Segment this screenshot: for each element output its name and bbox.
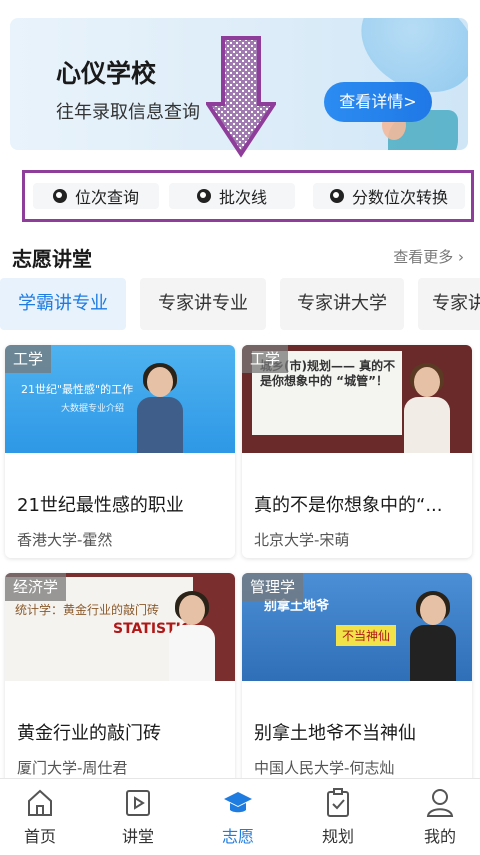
- tab-expert-more[interactable]: 专家讲: [418, 278, 480, 330]
- nav-profile[interactable]: 我的: [400, 787, 480, 847]
- tab-top-student-majors[interactable]: 学霸讲专业: [0, 278, 126, 330]
- video-thumbnail: 别拿土地爷 不当神仙 管理学: [242, 573, 472, 681]
- tab-expert-universities[interactable]: 专家讲大学: [280, 278, 404, 330]
- category-tag: 工学: [5, 345, 52, 373]
- speaker-figure: [400, 363, 454, 453]
- video-icon: [126, 790, 150, 816]
- speaker-figure: [133, 363, 187, 453]
- lecture-title: 21世纪最性感的职业: [17, 495, 184, 516]
- tab-expert-majors[interactable]: 专家讲专业: [140, 278, 266, 330]
- nav-label: 我的: [423, 827, 456, 846]
- lecture-card[interactable]: 城乡(市)规划—— 真的不是你想象中的 “城管”！ 工学 真的不是你想象中的“.…: [242, 345, 472, 558]
- speaker-figure: [165, 591, 219, 681]
- bars-icon: [196, 189, 211, 203]
- lecture-title: 别拿土地爷不当神仙: [254, 723, 416, 744]
- nav-lectures[interactable]: 讲堂: [98, 787, 178, 847]
- lecture-source: 中国人民大学-何志灿: [254, 759, 395, 777]
- slide-text: 统计学：黄金行业的敲门砖: [15, 603, 160, 617]
- quick-tools-bar: 位次查询 批次线 分数位次转换: [22, 170, 474, 222]
- nav-planning[interactable]: 规划: [298, 787, 378, 847]
- banner-title: 心仪学校: [56, 59, 157, 88]
- batch-line-button[interactable]: 批次线: [169, 183, 295, 209]
- slide-subtext: 不当神仙: [336, 625, 397, 646]
- lecture-source: 香港大学-霍然: [17, 531, 113, 549]
- video-thumbnail: 21世纪"最性感"的工作 大数据专业介绍 工学: [5, 345, 235, 453]
- nav-label: 规划: [321, 827, 354, 846]
- lecture-source: 北京大学-宋萌: [254, 531, 350, 549]
- category-tag: 经济学: [5, 573, 67, 601]
- video-thumbnail: 城乡(市)规划—— 真的不是你想象中的 “城管”！ 工学: [242, 345, 472, 453]
- lecture-card[interactable]: 21世纪"最性感"的工作 大数据专业介绍 工学 21世纪最性感的职业 香港大学-…: [5, 345, 235, 558]
- nav-home[interactable]: 首页: [0, 787, 80, 847]
- category-tag: 管理学: [242, 573, 304, 601]
- tool-label: 分数位次转换: [351, 188, 448, 207]
- view-details-button[interactable]: 查看详情>: [324, 82, 432, 122]
- speaker-figure: [406, 591, 460, 681]
- home-icon: [28, 789, 52, 816]
- view-more-link[interactable]: 查看更多 ›: [393, 246, 464, 267]
- tool-label: 批次线: [218, 188, 267, 207]
- clipboard-icon: [327, 788, 349, 817]
- search-icon: [52, 189, 67, 203]
- tool-label: 位次查询: [74, 188, 139, 207]
- graduation-cap-icon: [224, 792, 252, 813]
- nav-label: 讲堂: [121, 827, 154, 846]
- nav-label: 首页: [23, 827, 56, 846]
- nav-label: 志愿: [221, 827, 254, 846]
- lecture-title: 黄金行业的敲门砖: [17, 723, 161, 744]
- category-tag: 工学: [242, 345, 289, 373]
- lecture-source: 厦门大学-周仕君: [17, 759, 128, 777]
- section-title: 志愿讲堂: [12, 247, 92, 271]
- video-thumbnail: 统计学：黄金行业的敲门砖 STATISTICS 经济学: [5, 573, 235, 681]
- score-rank-convert-button[interactable]: 分数位次转换: [313, 183, 465, 209]
- user-icon: [426, 789, 454, 817]
- slide-text: 21世纪"最性感"的工作: [21, 383, 134, 396]
- slide-subtext: 大数据专业介绍: [61, 404, 125, 414]
- lecture-title: 真的不是你想象中的“...: [254, 495, 443, 516]
- rank-query-button[interactable]: 位次查询: [33, 183, 159, 209]
- bottom-nav: 首页 讲堂 志愿 规划 我的: [0, 778, 480, 855]
- lecture-card[interactable]: 别拿土地爷 不当神仙 管理学 别拿土地爷不当神仙 中国人民大学-何志灿: [242, 573, 472, 786]
- down-arrow-icon: [206, 36, 276, 158]
- nav-volunteer[interactable]: 志愿: [198, 787, 278, 847]
- lecture-card[interactable]: 统计学：黄金行业的敲门砖 STATISTICS 经济学 黄金行业的敲门砖 厦门大…: [5, 573, 235, 786]
- banner-subtitle: 往年录取信息查询: [56, 102, 200, 123]
- swap-icon: [329, 189, 344, 203]
